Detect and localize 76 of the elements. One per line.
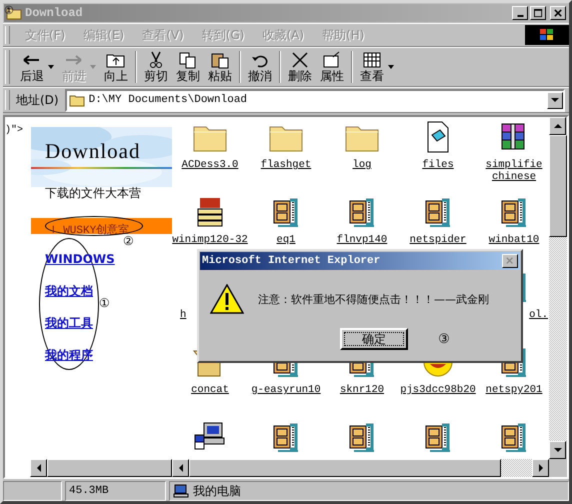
dropdown-arrow-icon[interactable] [48,65,54,69]
toolbar-button[interactable]: 向上 [100,51,132,83]
dialog-title: Microsoft Internet Explorer [202,255,380,267]
scrollbar-thumb[interactable] [189,459,501,477]
status-location: 我的电脑 [193,482,241,500]
file-name[interactable]: g-easyrun10 [251,384,321,396]
ok-button[interactable]: 确定 [340,328,408,350]
close-button[interactable] [502,254,518,268]
file-name[interactable]: netspider [410,234,466,246]
paste-icon [209,51,231,69]
file-name[interactable]: simplifie chinese [476,159,549,183]
file-name[interactable]: files [422,159,454,171]
dialog-message: 注意：软件重地不得随便点击！！！——武金刚 [258,292,489,306]
file-name[interactable]: pjs3dcc98b20 [400,384,476,396]
close-icon [506,257,514,265]
maximize-button[interactable] [530,6,546,20]
file-name[interactable]: netspy201 [486,384,542,396]
nav-link[interactable]: 我的工具 [45,314,93,332]
file-name[interactable]: flnvp140 [336,234,388,246]
scroll-right-button[interactable] [532,459,549,477]
toolbar-button[interactable]: 撤消 [244,51,276,83]
close-icon [554,8,562,18]
computer-icon [173,484,189,498]
file-name[interactable]: ol. [529,309,548,321]
file-name[interactable]: flashget [260,159,312,171]
file-name[interactable]: h [180,309,186,321]
file-name[interactable]: winimp120-32 [172,234,248,246]
scroll-down-button[interactable] [549,441,566,459]
scroll-left-button[interactable] [30,459,47,477]
nav-link[interactable]: 我的文档 [45,282,93,300]
code-fragment: )"> [5,125,24,136]
views-grid-icon [361,51,383,69]
file-name[interactable]: winbat10 [488,234,540,246]
annotation-number: ① [99,296,110,310]
toolbar-button[interactable]: 复制 [172,51,204,83]
file-name[interactable]: log [352,159,372,171]
page-subtitle: 下载的文件大本营 [44,185,142,202]
dropdown-button[interactable] [547,92,563,108]
minimize-icon [516,15,524,17]
annotation-number: ① [4,4,14,17]
toolbar-button[interactable]: 删除 [284,51,316,83]
left-arrow-icon [178,464,182,472]
scrollbar-thumb[interactable] [47,459,172,477]
address-label: 地址(D) [16,92,59,108]
page-title: Download [44,139,142,164]
annotation-number: ③ [438,332,450,346]
status-panel [3,481,62,501]
address-field[interactable]: D:\MY Documents\Download [64,88,565,112]
file-name[interactable]: concat [191,384,229,396]
folder-icon [6,6,22,20]
file-name[interactable]: sknr120 [340,384,384,396]
down-arrow-icon [554,448,562,452]
caret-icon [551,98,559,102]
toolbar-button[interactable]: 剪切 [140,51,172,83]
folder-icon [68,93,85,107]
scroll-left-button[interactable] [172,459,189,477]
minimize-button[interactable] [512,6,528,20]
file-name[interactable]: eq1 [276,234,296,246]
toolbar-button[interactable]: 查看 [356,51,388,83]
maximize-icon [534,8,542,18]
annotation-number: ② [123,234,134,248]
window-title: Download [25,6,83,20]
close-button[interactable] [550,6,566,20]
scrollbar-thumb[interactable] [549,135,567,237]
status-size: 45.3MB [65,481,166,501]
toolbar-button[interactable]: 粘贴 [204,51,236,83]
dropdown-arrow-icon[interactable] [388,65,394,69]
up-arrow-icon [554,124,562,128]
scroll-up-button[interactable] [549,117,566,135]
windows-logo-icon [525,25,569,45]
right-arrow-icon [538,464,542,472]
toolbar-button[interactable]: 属性 [316,51,348,83]
warning-icon [210,284,244,314]
file-name[interactable]: ACDess3.0 [182,159,238,171]
toolbar-button[interactable]: 后退 [16,51,48,83]
left-arrow-icon [36,464,40,472]
